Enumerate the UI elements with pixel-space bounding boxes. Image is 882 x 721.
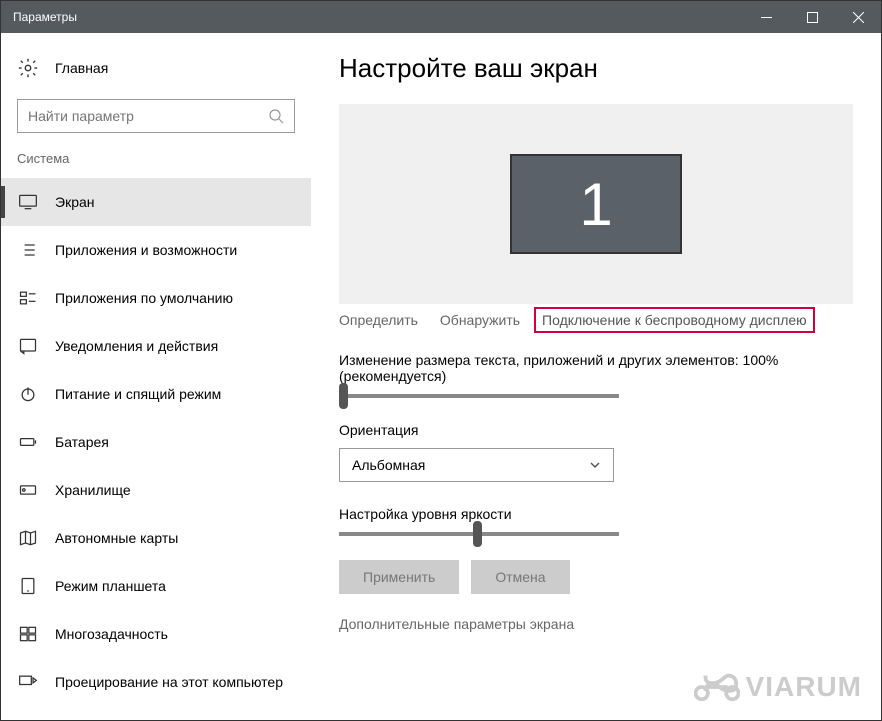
display-links: Определить Обнаружить Подключение к бесп… bbox=[339, 312, 853, 328]
sidebar-item-power-sleep[interactable]: Питание и спящий режим bbox=[1, 370, 311, 418]
home-button[interactable]: Главная bbox=[1, 49, 311, 87]
sidebar-item-battery[interactable]: Батарея bbox=[1, 418, 311, 466]
notification-icon bbox=[17, 335, 39, 357]
titlebar: Параметры bbox=[1, 1, 881, 33]
orientation-value: Альбомная bbox=[352, 457, 425, 473]
brightness-label: Настройка уровня яркости bbox=[339, 506, 853, 522]
sidebar-item-label: Режим планшета bbox=[55, 578, 166, 594]
category-label: Система bbox=[1, 151, 311, 178]
sidebar-item-apps-features[interactable]: Приложения и возможности bbox=[1, 226, 311, 274]
project-icon bbox=[17, 671, 39, 693]
monitor-1[interactable]: 1 bbox=[510, 154, 682, 254]
sidebar-item-display[interactable]: Экран bbox=[1, 178, 311, 226]
defaults-icon bbox=[17, 287, 39, 309]
window-controls bbox=[743, 1, 881, 33]
monitor-preview[interactable]: 1 bbox=[339, 104, 853, 304]
sidebar-item-label: Питание и спящий режим bbox=[55, 386, 221, 402]
sidebar-item-offline-maps[interactable]: Автономные карты bbox=[1, 514, 311, 562]
gear-icon bbox=[17, 57, 39, 79]
detect-link[interactable]: Обнаружить bbox=[440, 312, 520, 328]
search-box[interactable] bbox=[17, 99, 295, 133]
home-label: Главная bbox=[55, 60, 108, 76]
main-panel: Настройте ваш экран 1 Определить Обнаруж… bbox=[311, 33, 881, 720]
cancel-button[interactable]: Отмена bbox=[471, 560, 569, 594]
apply-button[interactable]: Применить bbox=[339, 560, 459, 594]
battery-icon bbox=[17, 431, 39, 453]
sidebar: Главная Система Экран Приложения и возмо… bbox=[1, 33, 311, 720]
advanced-settings-link[interactable]: Дополнительные параметры экрана bbox=[339, 616, 853, 632]
sidebar-item-label: Многозадачность bbox=[55, 626, 168, 642]
sidebar-item-default-apps[interactable]: Приложения по умолчанию bbox=[1, 274, 311, 322]
multitask-icon bbox=[17, 623, 39, 645]
display-icon bbox=[17, 191, 39, 213]
window-title: Параметры bbox=[13, 10, 743, 24]
sidebar-item-label: Приложения по умолчанию bbox=[55, 290, 233, 306]
sidebar-item-label: Приложения и возможности bbox=[55, 242, 237, 258]
map-icon bbox=[17, 527, 39, 549]
identify-link[interactable]: Определить bbox=[339, 312, 418, 328]
sidebar-item-label: Хранилище bbox=[55, 482, 131, 498]
scale-slider[interactable] bbox=[339, 394, 619, 398]
tablet-icon bbox=[17, 575, 39, 597]
wireless-display-link[interactable]: Подключение к беспроводному дисплею bbox=[534, 307, 815, 333]
button-row: Применить Отмена bbox=[339, 560, 853, 594]
maximize-button[interactable] bbox=[789, 1, 835, 33]
sidebar-item-tablet-mode[interactable]: Режим планшета bbox=[1, 562, 311, 610]
sidebar-item-label: Уведомления и действия bbox=[55, 338, 218, 354]
list-icon bbox=[17, 239, 39, 261]
power-icon bbox=[17, 383, 39, 405]
sidebar-item-multitasking[interactable]: Многозадачность bbox=[1, 610, 311, 658]
sidebar-item-projecting[interactable]: Проецирование на этот компьютер bbox=[1, 658, 311, 706]
storage-icon bbox=[17, 479, 39, 501]
search-input[interactable] bbox=[28, 108, 268, 124]
sidebar-item-label: Батарея bbox=[55, 434, 109, 450]
close-button[interactable] bbox=[835, 1, 881, 33]
chevron-down-icon bbox=[589, 459, 601, 471]
minimize-button[interactable] bbox=[743, 1, 789, 33]
sidebar-item-label: Проецирование на этот компьютер bbox=[55, 674, 283, 690]
sidebar-item-notifications[interactable]: Уведомления и действия bbox=[1, 322, 311, 370]
page-title: Настройте ваш экран bbox=[339, 53, 853, 84]
scale-label: Изменение размера текста, приложений и д… bbox=[339, 352, 853, 384]
orientation-label: Ориентация bbox=[339, 422, 853, 438]
brightness-slider[interactable] bbox=[339, 532, 619, 536]
sidebar-item-storage[interactable]: Хранилище bbox=[1, 466, 311, 514]
sidebar-item-label: Экран bbox=[55, 194, 95, 210]
orientation-dropdown[interactable]: Альбомная bbox=[339, 448, 614, 482]
sidebar-item-label: Автономные карты bbox=[55, 530, 178, 546]
search-icon bbox=[268, 108, 284, 124]
